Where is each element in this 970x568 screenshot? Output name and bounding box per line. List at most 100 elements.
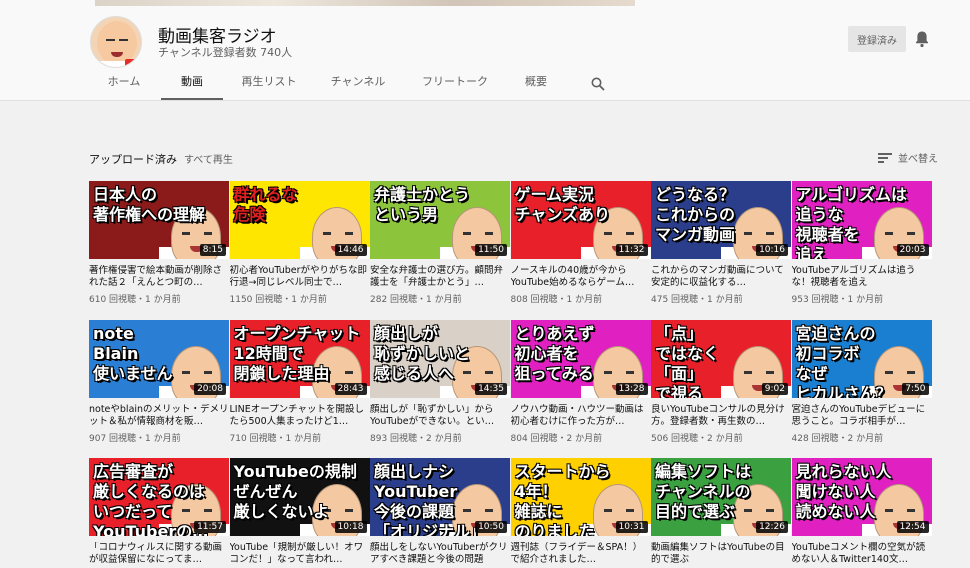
- duration-badge: 10:31: [615, 521, 648, 533]
- duration-badge: 10:16: [756, 244, 788, 256]
- video-thumbnail[interactable]: どうなる？ これからの マンガ動画 10:16: [651, 181, 791, 259]
- video-card[interactable]: とりあえず 初心者を 狙ってみる 13:28 ノウハウ動画・ハウツー動画は初心者むけ…: [510, 320, 651, 446]
- video-thumbnail[interactable]: 見れらない人 聞けない人 読めない人 12:54: [791, 458, 932, 536]
- video-thumbnail[interactable]: 宮迫さんの 初コラボ なぜ ヒカルさん？ 7:50: [791, 320, 932, 398]
- sort-label: 並べ替え: [898, 154, 938, 165]
- video-title[interactable]: ノウハウ動画・ハウツー動画は初心者むけに作った方が…: [511, 404, 651, 428]
- video-card[interactable]: スタートから 4年！ 雑誌に のりました 10:31 週刊誌（フライデー＆SPA！）…: [510, 458, 651, 568]
- tab-free-talk[interactable]: フリートーク: [418, 73, 492, 101]
- video-title[interactable]: YouTubeアルゴリズムは追うな！視聴者を追え: [792, 265, 932, 289]
- duration-badge: 12:26: [756, 521, 788, 533]
- duration-badge: 7:50: [902, 383, 929, 395]
- video-thumbnail[interactable]: オープンチャット 12時間で 閉鎖した理由 28:43: [229, 320, 370, 398]
- duration-badge: 14:35: [475, 383, 507, 395]
- video-thumbnail[interactable]: 広告審査が 厳しくなるのは いつだって YouTuberの… 11:57: [89, 458, 229, 536]
- video-thumbnail[interactable]: 群れるな 危険 14:46: [229, 181, 370, 259]
- video-title[interactable]: 良いYouTubeコンサルの見分け方。登録者数・再生数の…: [651, 404, 791, 428]
- video-title[interactable]: 安全な弁護士の選び方。顧問弁護士を「弁護士かとう」…: [370, 265, 510, 289]
- video-meta: 953 回視聴・1 か月前: [791, 295, 884, 305]
- duration-badge: 10:18: [334, 521, 367, 533]
- duration-badge: 13:28: [615, 383, 648, 395]
- subscriber-count: チャンネル登録者数 740人: [158, 46, 293, 59]
- video-thumbnail[interactable]: アルゴリズムは 追うな 視聴者を 追え 20:03: [791, 181, 932, 259]
- tab-playlists[interactable]: 再生リスト: [238, 73, 300, 101]
- video-title[interactable]: noteやblainのメリット・デメリット＆私が情報商材を販…: [89, 404, 229, 428]
- thumbnail-caption: 日本人の 著作権への理解: [93, 185, 206, 224]
- uploads-heading: アップロード済み: [89, 153, 177, 166]
- duration-badge: 11:32: [615, 244, 648, 256]
- video-title[interactable]: LINEオープンチャットを開設したら500人集まったけど1…: [230, 404, 370, 428]
- video-card[interactable]: 見れらない人 聞けない人 読めない人 12:54 YouTubeコメント欄の空気が読…: [791, 458, 932, 568]
- video-card[interactable]: ゲーム実況 チャンズあり 11:32 ノースキルの40歳が今からYouTube始める…: [510, 181, 651, 307]
- video-title[interactable]: YouTubeコメント欄の空気が読めない人＆Twitter140文…: [792, 542, 932, 566]
- video-meta: 907 回視聴・1 か月前: [89, 434, 181, 444]
- video-meta: 710 回視聴・1 か月前: [229, 434, 322, 444]
- duration-badge: 20:08: [194, 383, 226, 395]
- duration-badge: 20:03: [896, 244, 929, 256]
- video-card[interactable]: note Blain 使いません 20:08 noteやblainのメリット・デメリ…: [89, 320, 229, 446]
- thumbnail-caption: 弁護士かとう という男: [374, 185, 471, 224]
- duration-badge: 8:15: [199, 244, 226, 256]
- video-thumbnail[interactable]: note Blain 使いません 20:08: [89, 320, 229, 398]
- video-title[interactable]: YouTube「規制が厳しい！オワコンだ！」なって言われ…: [230, 542, 370, 566]
- thumbnail-caption: オープンチャット 12時間で 閉鎖した理由: [233, 324, 361, 383]
- video-title[interactable]: 顔出しをしないYouTuberがクリアすべき課題と今後の問題: [370, 542, 510, 566]
- channel-avatar[interactable]: [90, 16, 142, 68]
- video-title[interactable]: 週刊誌（フライデー＆SPA！）で紹介されました…: [511, 542, 651, 566]
- video-thumbnail[interactable]: 弁護士かとう という男 11:50: [370, 181, 510, 259]
- video-thumbnail[interactable]: ゲーム実況 チャンズあり 11:32: [510, 181, 651, 259]
- duration-badge: 11:57: [194, 521, 226, 533]
- channel-banner: [95, 0, 635, 6]
- thumbnail-caption: とりあえず 初心者を 狙ってみる: [514, 324, 595, 383]
- video-title[interactable]: これからのマンガ動画について 安定的に収益化する…: [651, 265, 791, 289]
- video-thumbnail[interactable]: 顔出しが 恥ずかしいと 感じる人へ 14:35: [370, 320, 510, 398]
- video-card[interactable]: 顔出しが 恥ずかしいと 感じる人へ 14:35 顔出しが「恥ずかしい」からYouTu…: [370, 320, 510, 446]
- video-thumbnail[interactable]: YouTubeの規制 ぜんぜん 厳しくないよ 10:18: [229, 458, 370, 536]
- sort-button[interactable]: 並べ替え: [878, 150, 938, 165]
- video-meta: 893 回視聴・2 か月前: [370, 434, 462, 444]
- video-title[interactable]: 動画編集ソフトはYouTubeの目的で選ぶ: [651, 542, 791, 566]
- video-title[interactable]: 宮迫さんのYouTubeデビューに思うこと。コラボ相手が…: [792, 404, 932, 428]
- video-thumbnail[interactable]: スタートから 4年！ 雑誌に のりました 10:31: [510, 458, 651, 536]
- video-meta: 475 回視聴・1 か月前: [651, 295, 743, 305]
- video-thumbnail[interactable]: とりあえず 初心者を 狙ってみる 13:28: [510, 320, 651, 398]
- video-title[interactable]: 初心者YouTuberがやりがちな即行退→同じレベル同士で…: [230, 265, 370, 289]
- play-logo-icon: [125, 59, 137, 67]
- video-meta: 610 回視聴・1 か月前: [89, 295, 181, 305]
- bell-icon[interactable]: [914, 30, 930, 48]
- sort-icon: [878, 152, 892, 163]
- video-meta: 1150 回視聴・1 か月前: [229, 295, 327, 305]
- video-thumbnail[interactable]: 日本人の 著作権への理解 8:15: [89, 181, 229, 259]
- video-title[interactable]: ノースキルの40歳が今からYouTube始めるならゲーム…: [511, 265, 651, 289]
- video-meta: 804 回視聴・2 か月前: [510, 434, 603, 444]
- thumbnail-caption: 顔出しが 恥ずかしいと 感じる人へ: [374, 324, 471, 383]
- video-card[interactable]: YouTubeの規制 ぜんぜん 厳しくないよ 10:18 YouTube「規制が厳し…: [229, 458, 370, 568]
- video-title[interactable]: 著作権侵害で絵本動画が削除された話２「えんとつ町の…: [89, 265, 229, 289]
- video-card[interactable]: オープンチャット 12時間で 閉鎖した理由 28:43 LINEオープンチャットを開…: [229, 320, 370, 446]
- video-card[interactable]: 顔出しナシ YouTuber 今後の課題 「オリジナル」 10:50 顔出しをしない…: [370, 458, 510, 568]
- video-card[interactable]: 「点」 ではなく 「面」 で視る 9:02 良いYouTubeコンサルの見分け方。登…: [651, 320, 791, 446]
- search-icon[interactable]: [591, 77, 605, 91]
- duration-badge: 12:54: [896, 521, 929, 533]
- play-all-link[interactable]: すべて再生: [184, 151, 233, 166]
- video-card[interactable]: 編集ソフトは チャンネルの 目的で選ぶ 12:26 動画編集ソフトはYouTubeの…: [651, 458, 791, 568]
- video-thumbnail[interactable]: 編集ソフトは チャンネルの 目的で選ぶ 12:26: [651, 458, 791, 536]
- video-card[interactable]: 群れるな 危険 14:46 初心者YouTuberがやりがちな即行退→同じレベル同士…: [229, 181, 370, 307]
- tab-channels[interactable]: チャンネル: [326, 73, 390, 101]
- video-thumbnail[interactable]: 顔出しナシ YouTuber 今後の課題 「オリジナル」 10:50: [370, 458, 510, 536]
- video-card[interactable]: 弁護士かとう という男 11:50 安全な弁護士の選び方。顧問弁護士を「弁護士かとう…: [370, 181, 510, 307]
- video-title[interactable]: 「コロナウィルスに関する動画が収益保留になにってま…: [89, 542, 229, 566]
- video-card[interactable]: 日本人の 著作権への理解 8:15 著作権侵害で絵本動画が削除された話２「えんとつ町…: [89, 181, 229, 307]
- active-tab-indicator: [161, 98, 223, 100]
- video-thumbnail[interactable]: 「点」 ではなく 「面」 で視る 9:02: [651, 320, 791, 398]
- video-card[interactable]: 広告審査が 厳しくなるのは いつだって YouTuberの… 11:57 「コロナウ…: [89, 458, 229, 568]
- video-card[interactable]: アルゴリズムは 追うな 視聴者を 追え 20:03 YouTubeアルゴリズムは追う…: [791, 181, 932, 307]
- subscribed-button[interactable]: 登録済み: [848, 26, 906, 52]
- tab-home[interactable]: ホーム: [96, 73, 152, 101]
- thumbnail-caption: 見れらない人 聞けない人 読めない人: [795, 462, 892, 521]
- video-card[interactable]: 宮迫さんの 初コラボ なぜ ヒカルさん？ 7:50 宮迫さんのYouTubeデビュー…: [791, 320, 932, 446]
- video-title[interactable]: 顔出しが「恥ずかしい」からYouTubeができない。とい…: [370, 404, 510, 428]
- video-card[interactable]: どうなる？ これからの マンガ動画 10:16 これからのマンガ動画について 安定的…: [651, 181, 791, 307]
- tab-videos[interactable]: 動画: [161, 73, 223, 101]
- tab-about[interactable]: 概要: [520, 73, 552, 101]
